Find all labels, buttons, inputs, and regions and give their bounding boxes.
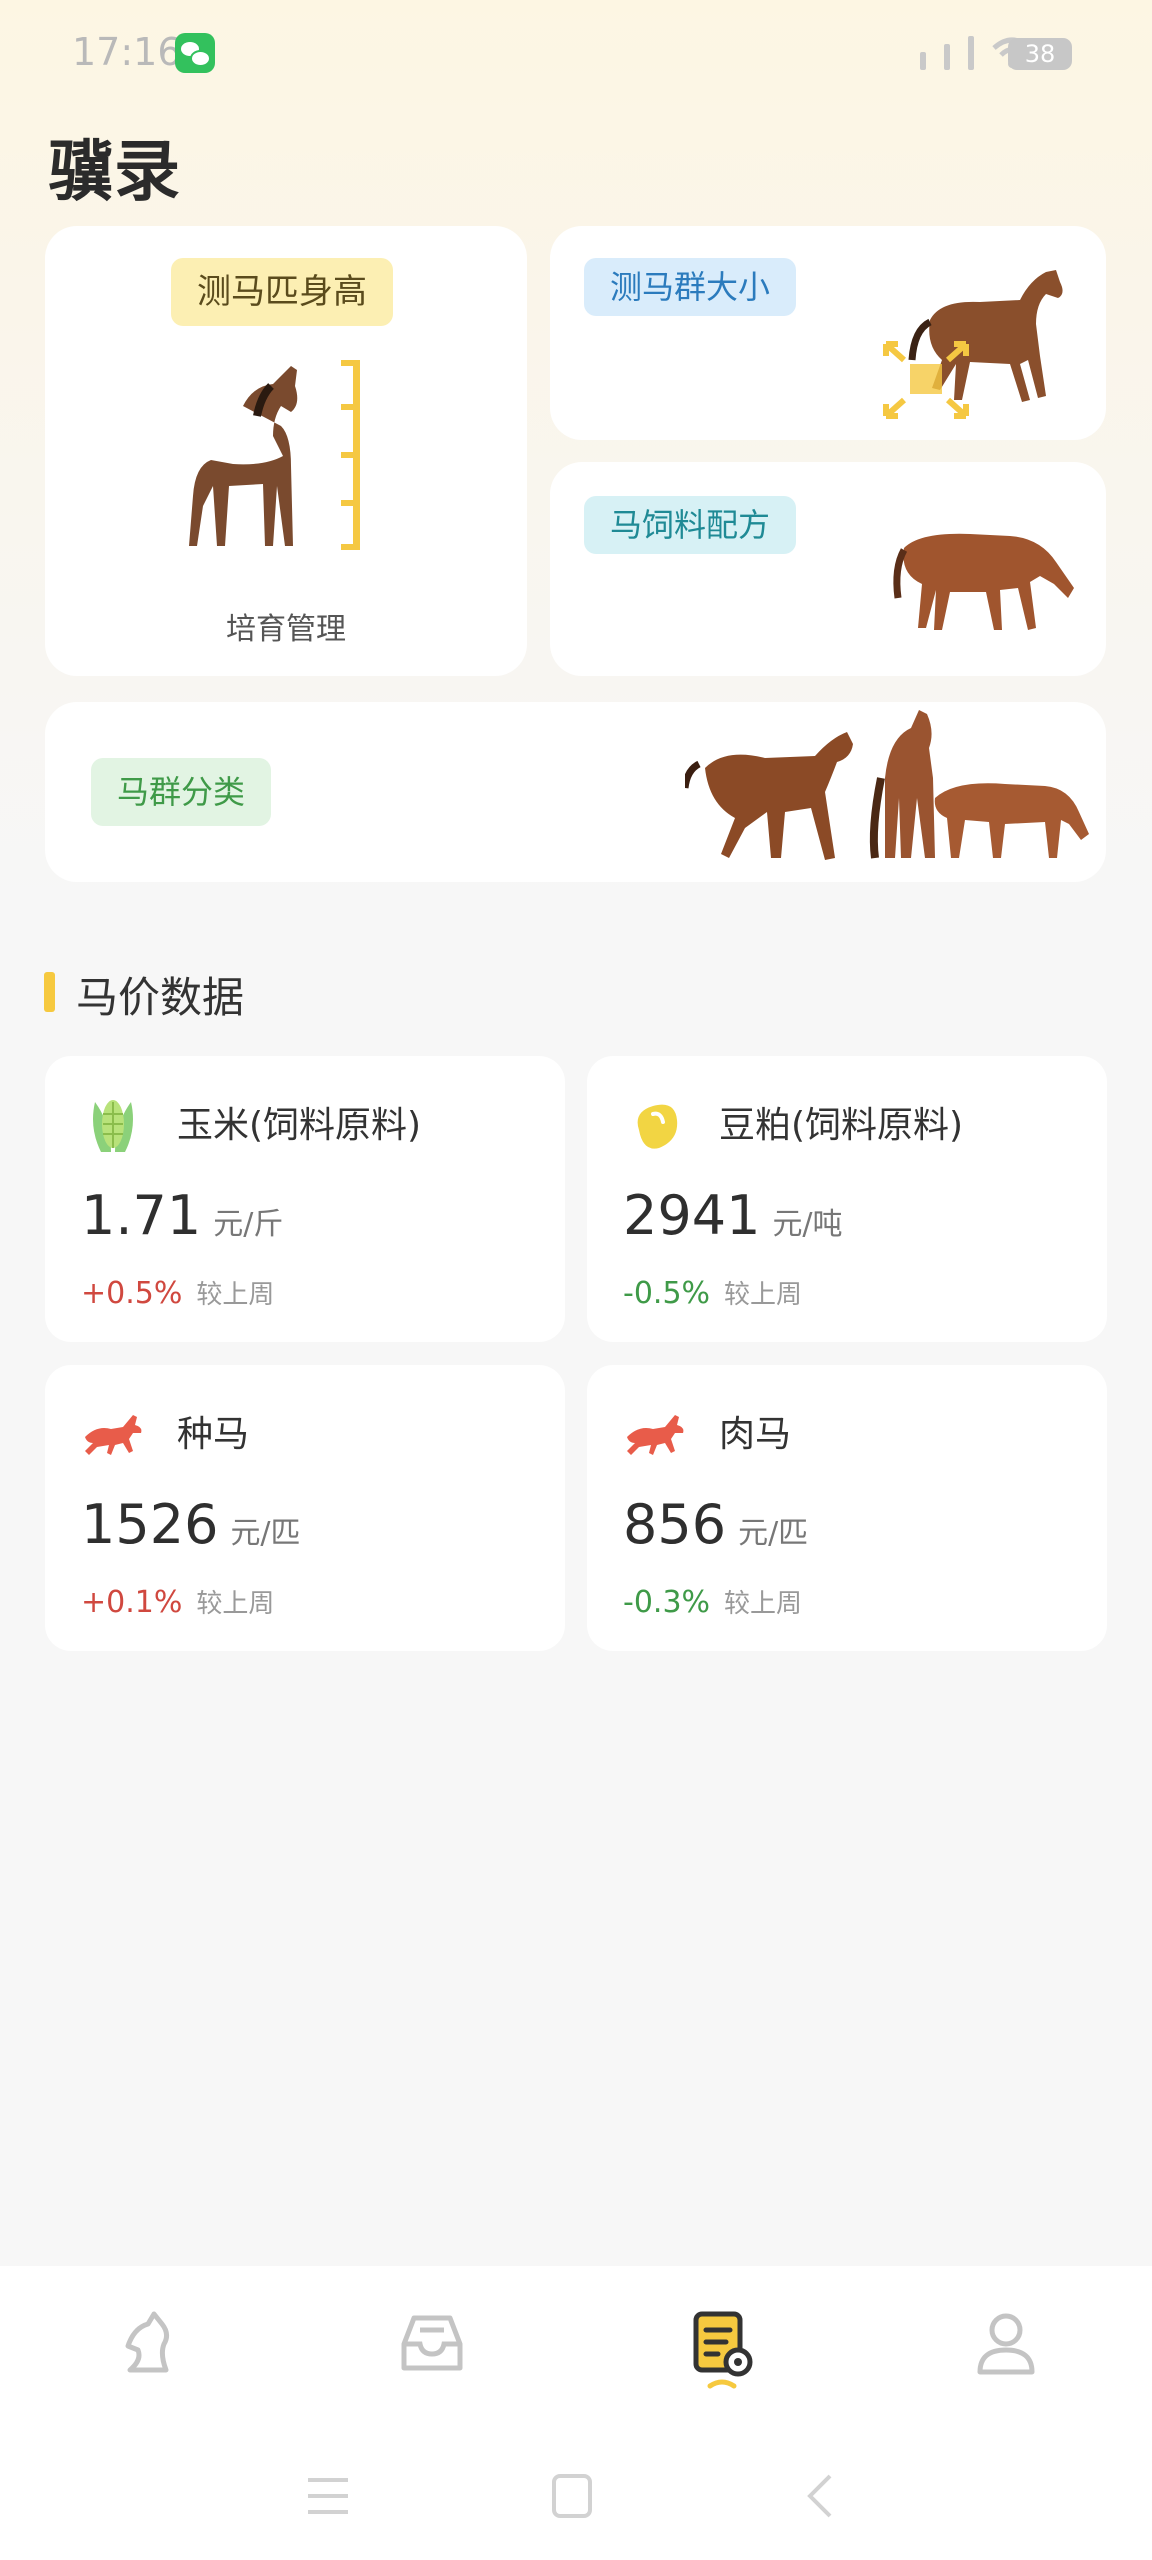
- section-title-prices: 马价数据: [76, 973, 245, 1022]
- price-unit: 元/斤: [213, 1207, 284, 1242]
- price-name: 豆粕(饲料原料): [719, 1105, 964, 1146]
- price-compare-label: 较上周: [724, 1589, 803, 1619]
- price-card-soybean-meal[interactable]: 豆粕(饲料原料) 2941 元/吨 -0.5% 较上周: [587, 1056, 1107, 1342]
- horse-height-illustration: [189, 360, 360, 550]
- signal-bar-icon: [968, 36, 974, 70]
- price-value: 1.71: [81, 1184, 202, 1247]
- price-unit: 元/吨: [772, 1207, 843, 1242]
- price-compare-label: 较上周: [196, 1589, 275, 1619]
- price-name: 肉马: [719, 1414, 792, 1455]
- tab-profile[interactable]: [966, 2304, 1046, 2384]
- report-settings-icon: [693, 2311, 753, 2389]
- price-change: -0.3%: [623, 1585, 711, 1620]
- tab-inbox[interactable]: [392, 2304, 472, 2384]
- feature-card-herd-size[interactable]: 测马群大小: [550, 226, 1106, 440]
- price-value: 856: [623, 1493, 727, 1556]
- system-nav-bar: [0, 2466, 1152, 2526]
- status-time: 17:16: [72, 30, 182, 74]
- user-icon: [977, 2313, 1035, 2375]
- feature-card-measure-height[interactable]: 测马匹身高 培育管理: [45, 226, 527, 676]
- bean-icon: [637, 1104, 678, 1149]
- price-compare-label: 较上周: [196, 1280, 275, 1310]
- horse-group-illustration: [685, 710, 1089, 860]
- battery-indicator: 38: [1008, 38, 1072, 70]
- price-card-corn[interactable]: 玉米(饲料原料) 1.71 元/斤 +0.5% 较上周: [45, 1056, 565, 1342]
- horse-head-icon: [125, 2311, 170, 2373]
- signal-bar-icon: [944, 44, 950, 70]
- wechat-notification-icon: [175, 33, 215, 73]
- price-value: 2941: [623, 1184, 761, 1247]
- herd-size-illustration: [883, 270, 1063, 419]
- grazing-horse-illustration: [893, 533, 1074, 630]
- price-name: 玉米(饲料原料): [177, 1105, 422, 1146]
- back-icon[interactable]: [790, 2466, 850, 2526]
- app-page: 17:16 38 骥录 测马匹身高 培育管理 测马群大小 马饲料配方 马群分类 …: [0, 0, 1152, 2560]
- price-value: 1526: [81, 1493, 219, 1556]
- home-square-icon[interactable]: [542, 2466, 602, 2526]
- status-bar: 17:16 38: [0, 0, 1152, 104]
- feature-caption-breeding: 培育管理: [226, 612, 346, 647]
- tab-tools[interactable]: [682, 2304, 762, 2389]
- feature-tag-herd-size: 测马群大小: [584, 258, 797, 316]
- price-unit: 元/匹: [230, 1516, 301, 1551]
- price-change: +0.5%: [81, 1276, 183, 1311]
- feature-tag-herd-classification: 马群分类: [91, 758, 272, 826]
- horse-icon: [627, 1415, 684, 1455]
- corn-icon: [93, 1100, 133, 1152]
- price-compare-label: 较上周: [724, 1280, 803, 1310]
- inbox-icon: [401, 2315, 463, 2371]
- feature-card-herd-classification[interactable]: 马群分类: [45, 702, 1106, 882]
- feature-tag-measure-height: 测马匹身高: [171, 258, 393, 326]
- menu-icon[interactable]: [298, 2466, 358, 2526]
- price-change: +0.1%: [81, 1585, 183, 1620]
- tab-home[interactable]: [108, 2304, 188, 2384]
- feature-tag-feed-formula: 马饲料配方: [584, 496, 797, 554]
- page-title: 骥录: [48, 133, 180, 210]
- price-change: -0.5%: [623, 1276, 711, 1311]
- horse-icon: [85, 1415, 142, 1455]
- signal-bar-icon: [920, 52, 926, 70]
- section-accent-bar: [44, 972, 55, 1012]
- feature-card-feed-formula[interactable]: 马饲料配方: [550, 462, 1106, 676]
- price-unit: 元/匹: [738, 1516, 809, 1551]
- price-card-meat-horse[interactable]: 肉马 856 元/匹 -0.3% 较上周: [587, 1365, 1107, 1651]
- price-card-stallion[interactable]: 种马 1526 元/匹 +0.1% 较上周: [45, 1365, 565, 1651]
- price-name: 种马: [177, 1414, 250, 1455]
